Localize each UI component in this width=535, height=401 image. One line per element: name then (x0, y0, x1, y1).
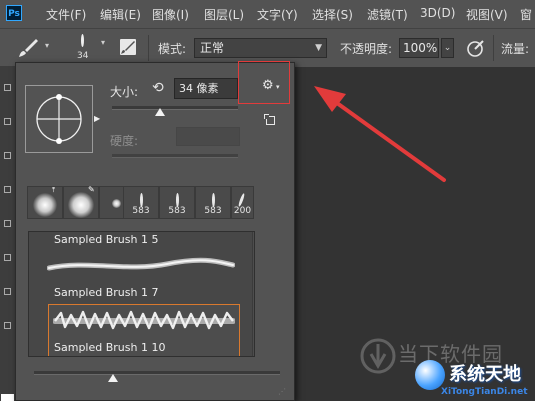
brush-size-indicator: 34 (77, 51, 89, 61)
size-label: 大小: (110, 85, 139, 99)
brush-list-scrollbar[interactable]: ⌃ ⌄ (252, 232, 254, 356)
divider (148, 35, 149, 61)
size-input[interactable]: 34 像素 (174, 78, 238, 99)
preset-sampled-200[interactable]: 200 (231, 186, 254, 219)
watermark-badge: 系统天地 XiTongTianDi.net (415, 358, 535, 401)
brush-preset-picker[interactable]: 34 (72, 31, 98, 65)
brush-settings-toggle-icon[interactable] (119, 38, 137, 56)
mode-value: 正常 (200, 41, 225, 55)
foreground-color-swatch[interactable] (1, 394, 14, 401)
size-value: 34 像素 (179, 82, 219, 95)
watermark-brand: 系统天地 (449, 364, 521, 385)
preset-sampled-583-a[interactable]: 583 (123, 186, 159, 219)
hardness-slider (112, 154, 238, 158)
size-slider[interactable] (112, 106, 238, 110)
brush-name[interactable]: Sampled Brush 1 7 (54, 286, 158, 299)
tool-preset-chevron-icon[interactable]: ▾ (45, 41, 49, 50)
preset-soft-round-pressure[interactable]: ⤒ (27, 186, 63, 219)
brush-stroke-preview (53, 310, 235, 330)
flow-label: 流量: (501, 42, 530, 56)
tool-icon[interactable] (4, 186, 11, 193)
preset-sampled-583-c[interactable]: 583 (195, 186, 231, 219)
highlight-box (238, 61, 290, 104)
red-arrow-annotation (314, 86, 446, 182)
preview-size-slider[interactable] (34, 371, 280, 375)
menu-select[interactable]: 选择(S) (312, 6, 353, 23)
preview-slider-thumb[interactable] (108, 374, 118, 382)
brush-preset-panel: ▶ 大小: ⟲ 34 像素 ⚙ ▾ 硬度: ⤒ ✎ ✎ 583 583 583 … (15, 62, 295, 401)
angle-arrow-icon[interactable]: ▶ (94, 114, 100, 123)
reset-size-icon[interactable]: ⟲ (152, 80, 164, 96)
resize-grip-icon[interactable]: ⋰ (278, 387, 286, 396)
opacity-value: 100% (403, 41, 438, 55)
mode-label: 模式: (158, 42, 187, 56)
opacity-chevron-icon[interactable]: ⌄ (441, 38, 454, 58)
menu-3d[interactable]: 3D(D) (420, 6, 455, 20)
hardness-input (176, 127, 240, 146)
pressure-opacity-icon[interactable] (466, 38, 486, 58)
tool-icon[interactable] (4, 220, 11, 227)
menu-image[interactable]: 图像(I) (152, 6, 189, 23)
preset-sampled-583-b[interactable]: 583 (159, 186, 195, 219)
divider (493, 35, 494, 61)
hardness-label: 硬度: (110, 134, 139, 148)
brush-picker-chevron-icon[interactable]: ▾ (101, 38, 105, 47)
brush-list[interactable]: Sampled Brush 1 5 Sampled Brush 1 7 Samp… (28, 231, 255, 357)
size-slider-thumb[interactable] (155, 108, 165, 116)
brush-angle-preview[interactable] (25, 85, 93, 153)
tool-icon[interactable] (4, 118, 11, 125)
mode-dropdown[interactable]: 正常 ▼ (194, 38, 327, 58)
tools-panel (0, 66, 16, 401)
menu-window[interactable]: 窗 (520, 6, 532, 23)
tool-icon[interactable] (4, 84, 11, 91)
brush-roundness-icon (36, 94, 82, 144)
brush-name[interactable]: Sampled Brush 1 5 (54, 233, 158, 246)
brush-stroke-preview[interactable] (47, 257, 235, 275)
menu-edit[interactable]: 编辑(E) (100, 6, 141, 23)
opacity-input[interactable]: 100% (399, 38, 439, 58)
tool-icon[interactable] (4, 322, 11, 329)
brush-list-item-selected[interactable]: Sampled Brush 1 10 (48, 304, 240, 356)
menu-bar: Ps 文件(F) 编辑(E) 图像(I) 图层(L) 文字(Y) 选择(S) 滤… (0, 0, 535, 28)
globe-icon (415, 360, 445, 390)
watermark-url: XiTongTianDi.net (441, 387, 528, 397)
tool-icon[interactable] (4, 288, 11, 295)
menu-filter[interactable]: 滤镜(T) (367, 6, 408, 23)
tool-icon[interactable] (4, 152, 11, 159)
menu-file[interactable]: 文件(F) (46, 6, 86, 23)
preset-soft-round-pen[interactable]: ✎ (63, 185, 99, 219)
photoshop-logo: Ps (6, 5, 22, 21)
brush-tool-icon[interactable] (16, 37, 40, 59)
menu-type[interactable]: 文字(Y) (257, 6, 298, 23)
menu-layer[interactable]: 图层(L) (204, 6, 244, 23)
brush-tip-icon (81, 34, 84, 47)
watermark-logo-icon (360, 338, 396, 374)
opacity-label: 不透明度: (340, 42, 393, 56)
tool-icon[interactable] (4, 254, 11, 261)
menu-view[interactable]: 视图(V) (466, 6, 508, 23)
brush-name: Sampled Brush 1 10 (54, 341, 166, 354)
chevron-down-icon: ▼ (315, 43, 322, 53)
new-preset-icon[interactable] (264, 114, 275, 125)
